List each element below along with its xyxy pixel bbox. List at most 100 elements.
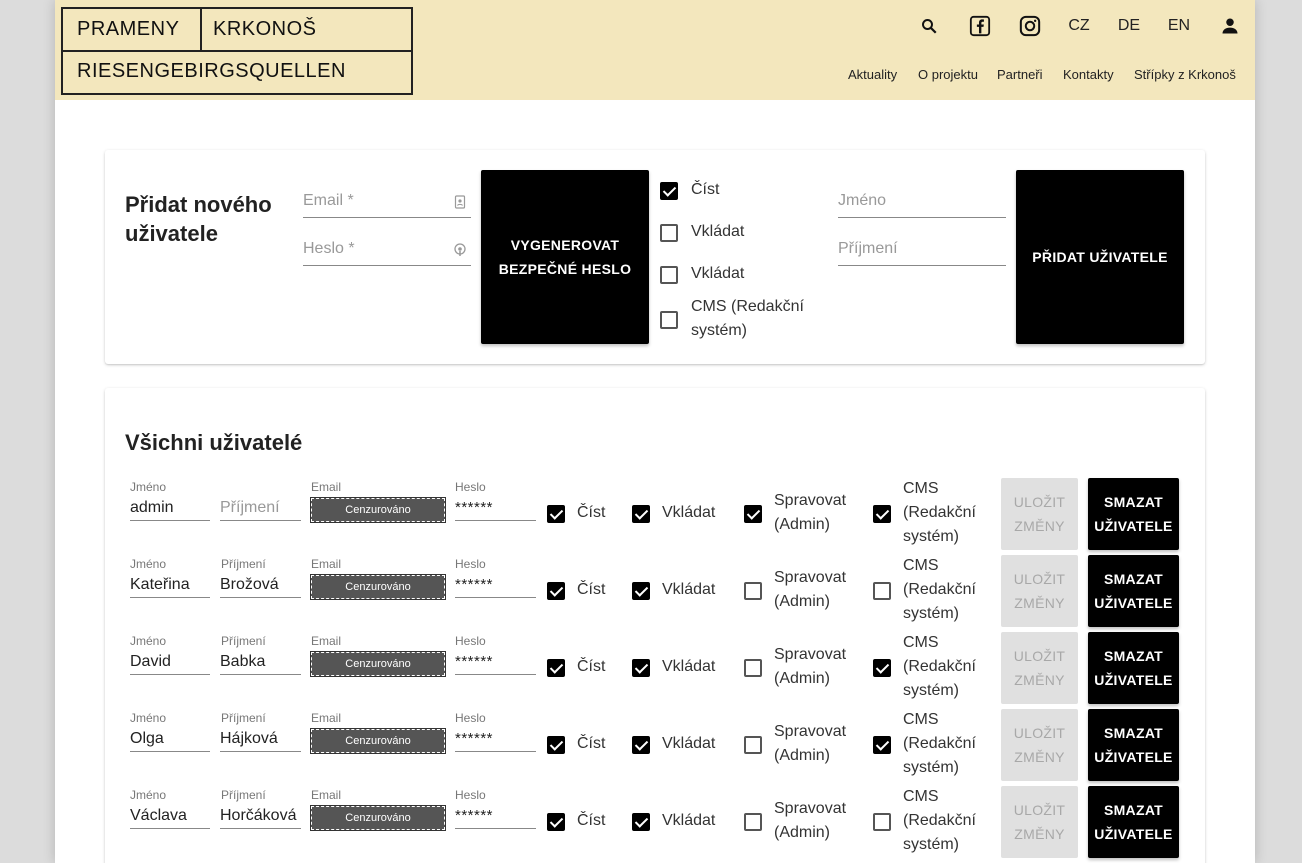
user-row: Jméno Václava Příjmení Horčáková Email C… xyxy=(105,786,1205,863)
admin-label: Spravovat (Admin) xyxy=(774,492,847,533)
last-name-field[interactable]: Horčáková xyxy=(220,805,301,829)
logo-divider-vertical xyxy=(200,9,202,50)
read-label: Číst xyxy=(577,735,606,752)
admin-checkbox[interactable] xyxy=(744,505,762,523)
censored-email: Cenzurováno xyxy=(310,728,446,754)
key-icon xyxy=(453,243,467,257)
perm-insert-checkbox[interactable] xyxy=(660,224,678,242)
cms-checkbox[interactable] xyxy=(873,813,891,831)
read-checkbox[interactable] xyxy=(547,505,565,523)
last-name-label: Příjmení xyxy=(221,711,266,725)
first-name-field[interactable]: Jméno xyxy=(838,190,1006,218)
password-label: Heslo xyxy=(455,634,486,648)
admin-checkbox[interactable] xyxy=(744,582,762,600)
lang-cz[interactable]: CZ xyxy=(1065,14,1093,38)
read-label: Číst xyxy=(577,812,606,829)
censored-email: Cenzurováno xyxy=(310,651,446,677)
delete-user-button[interactable]: SMAZAT UŽIVATELE xyxy=(1088,709,1179,781)
nav-o-projektu[interactable]: O projektu xyxy=(918,67,978,82)
lang-de[interactable]: DE xyxy=(1115,14,1143,38)
email-label: Email xyxy=(311,557,342,571)
site-logo[interactable]: PRAMENY KRKONOŠ RIESENGEBIRGSQUELLEN xyxy=(61,7,413,95)
cms-checkbox[interactable] xyxy=(873,582,891,600)
perm-insert-2-checkbox[interactable] xyxy=(660,266,678,284)
last-name-field[interactable]: Brožová xyxy=(220,574,301,598)
save-changes-button[interactable]: ULOŽIT ZMĚNY xyxy=(1001,632,1078,704)
save-changes-button[interactable]: ULOŽIT ZMĚNY xyxy=(1001,478,1078,550)
password-mask: ****** xyxy=(455,653,494,670)
insert-checkbox[interactable] xyxy=(632,813,650,831)
search-icon[interactable] xyxy=(917,14,941,38)
lang-en[interactable]: EN xyxy=(1165,14,1193,38)
perm-read-checkbox[interactable] xyxy=(660,182,678,200)
read-checkbox[interactable] xyxy=(547,659,565,677)
admin-checkbox[interactable] xyxy=(744,736,762,754)
logo-text-riesengebirgsquellen: RIESENGEBIRGSQUELLEN xyxy=(77,60,346,82)
password-mask: ****** xyxy=(455,576,494,593)
perm-cms-checkbox[interactable] xyxy=(660,311,678,329)
first-name-field[interactable]: Václava xyxy=(130,805,210,829)
first-name-field[interactable]: Olga xyxy=(130,728,210,752)
perm-cms-label: CMS (Redakční systém) xyxy=(691,298,804,339)
last-name-field[interactable]: Babka xyxy=(220,651,301,675)
delete-user-button[interactable]: SMAZAT UŽIVATELE xyxy=(1088,632,1179,704)
insert-checkbox[interactable] xyxy=(632,659,650,677)
user-row: Jméno Olga Příjmení Hájková Email Cenzur… xyxy=(105,709,1205,786)
last-name-field[interactable]: Příjmení xyxy=(838,238,1006,266)
facebook-icon[interactable] xyxy=(968,14,992,38)
save-changes-button[interactable]: ULOŽIT ZMĚNY xyxy=(1001,786,1078,858)
last-name-label: Příjmení xyxy=(221,634,266,648)
cms-checkbox[interactable] xyxy=(873,505,891,523)
user-account-icon[interactable] xyxy=(1218,14,1242,38)
cms-checkbox[interactable] xyxy=(873,736,891,754)
first-name-field[interactable]: admin xyxy=(130,497,210,521)
last-name-field[interactable]: Hájková xyxy=(220,728,301,752)
read-label: Číst xyxy=(577,581,606,598)
page: PRAMENY KRKONOŠ RIESENGEBIRGSQUELLEN CZ … xyxy=(55,0,1255,863)
insert-checkbox[interactable] xyxy=(632,736,650,754)
read-checkbox[interactable] xyxy=(547,736,565,754)
admin-checkbox[interactable] xyxy=(744,659,762,677)
nav-partneri[interactable]: Partneři xyxy=(997,67,1043,82)
first-name-field[interactable]: Kateřina xyxy=(130,574,210,598)
save-changes-button[interactable]: ULOŽIT ZMĚNY xyxy=(1001,555,1078,627)
first-name-label: Jméno xyxy=(130,711,167,725)
cms-checkbox[interactable] xyxy=(873,659,891,677)
last-name-field[interactable]: Příjmení xyxy=(220,497,301,521)
delete-user-button[interactable]: SMAZAT UŽIVATELE xyxy=(1088,555,1179,627)
first-name-label: Jméno xyxy=(130,557,167,571)
generate-password-button[interactable]: VYGENEROVAT BEZPEČNÉ HESLO xyxy=(481,170,649,344)
insert-label: Vkládat xyxy=(662,812,716,829)
nav-kontakty[interactable]: Kontakty xyxy=(1063,67,1114,82)
email-label: Email xyxy=(311,711,342,725)
first-name-label: Jméno xyxy=(130,480,167,494)
delete-user-button[interactable]: SMAZAT UŽIVATELE xyxy=(1088,786,1179,858)
insert-checkbox[interactable] xyxy=(632,582,650,600)
read-checkbox[interactable] xyxy=(547,582,565,600)
email-field[interactable]: Email * xyxy=(303,190,471,218)
censored-email: Cenzurováno xyxy=(310,574,446,600)
password-mask: ****** xyxy=(455,499,494,516)
insert-checkbox[interactable] xyxy=(632,505,650,523)
nav-stripky[interactable]: Střípky z Krkonoš xyxy=(1134,67,1236,82)
cms-label: CMS (Redakční systém) xyxy=(903,480,976,545)
all-users-card: Všichni uživatelé Jméno admin Příjmení E… xyxy=(105,388,1205,863)
password-label: Heslo xyxy=(455,711,486,725)
admin-label: Spravovat (Admin) xyxy=(774,646,847,687)
header: PRAMENY KRKONOŠ RIESENGEBIRGSQUELLEN CZ … xyxy=(55,0,1255,100)
instagram-icon[interactable] xyxy=(1018,14,1042,38)
password-field[interactable]: Heslo * xyxy=(303,238,471,266)
add-user-card: Přidat nového uživatele Email * Heslo * … xyxy=(105,150,1205,364)
admin-label: Spravovat (Admin) xyxy=(774,723,847,764)
add-user-title: Přidat nového uživatele xyxy=(125,192,272,246)
first-name-field[interactable]: David xyxy=(130,651,210,675)
cms-label: CMS (Redakční systém) xyxy=(903,634,976,699)
password-label: Heslo xyxy=(455,480,486,494)
admin-checkbox[interactable] xyxy=(744,813,762,831)
nav-aktuality[interactable]: Aktuality xyxy=(848,67,897,82)
save-changes-button[interactable]: ULOŽIT ZMĚNY xyxy=(1001,709,1078,781)
read-checkbox[interactable] xyxy=(547,813,565,831)
password-mask: ****** xyxy=(455,730,494,747)
delete-user-button[interactable]: SMAZAT UŽIVATELE xyxy=(1088,478,1179,550)
add-user-button[interactable]: PŘIDAT UŽIVATELE xyxy=(1016,170,1184,344)
